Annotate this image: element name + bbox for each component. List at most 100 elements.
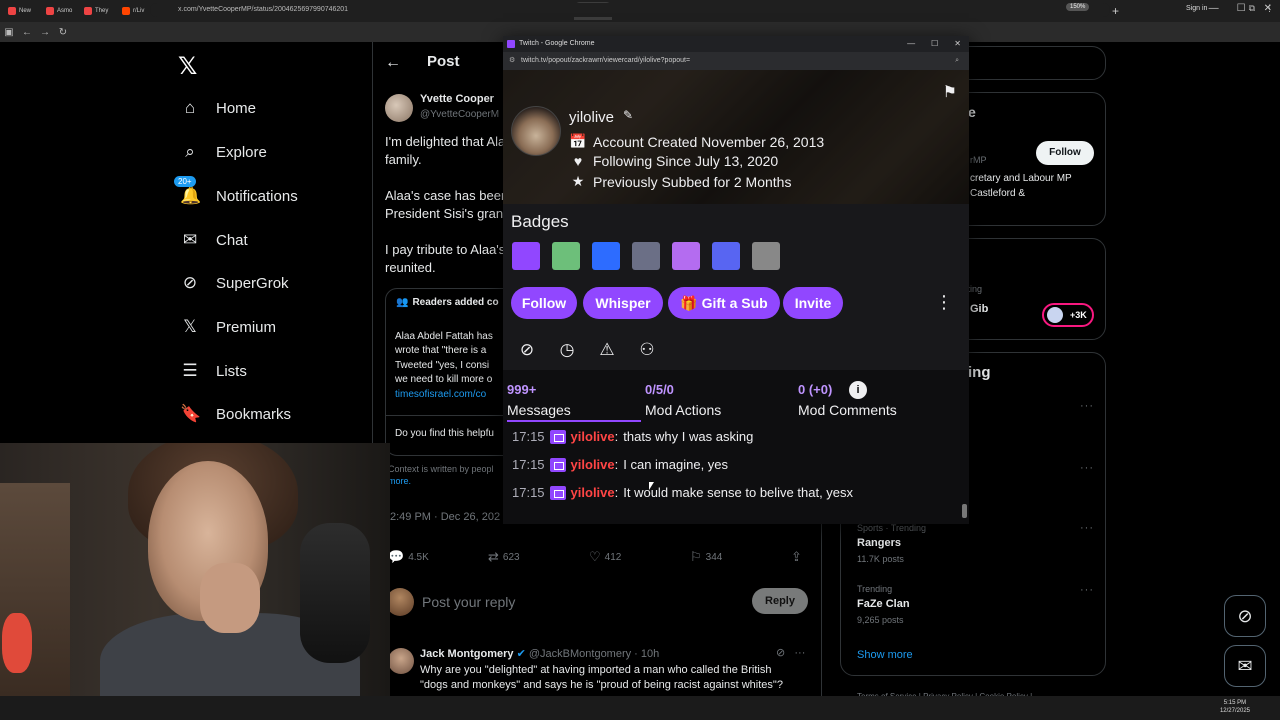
more-options-icon[interactable]: ⋮ — [935, 292, 953, 313]
invite-button[interactable]: Invite — [783, 287, 843, 319]
add-mod-icon[interactable]: ⚇ — [636, 340, 658, 362]
tab-messages[interactable]: Messages — [507, 402, 571, 418]
grok-float-button[interactable]: ⊘ — [1224, 595, 1266, 637]
nav-item-bookmarks[interactable]: 🔖 Bookmarks — [180, 404, 291, 424]
space-listeners[interactable]: +3K — [1042, 303, 1094, 327]
popout-address-bar[interactable]: ⚙ twitch.tv/popout/zackrawrr/viewercard/… — [503, 52, 969, 70]
back-icon[interactable]: ← — [18, 27, 36, 38]
reply-button[interactable]: Reply — [752, 588, 808, 614]
back-arrow-icon[interactable]: ← — [385, 54, 401, 72]
browser-tab[interactable]: Asmo — [42, 2, 80, 20]
repost-action[interactable]: ⇄ 623 — [488, 549, 520, 565]
timeout-clock-icon[interactable]: ◷ — [556, 340, 578, 362]
heart-icon: ♥ — [573, 153, 583, 169]
community-note-link[interactable]: timesofisrael.com/co — [395, 389, 486, 400]
more-icon[interactable]: ··· — [1080, 400, 1094, 412]
message-username[interactable]: yilolive — [571, 429, 615, 444]
gift-sub-button[interactable]: 🎁 Gift a Sub — [668, 287, 780, 319]
chat-scrollbar[interactable] — [962, 424, 967, 522]
message-username[interactable]: yilolive — [571, 457, 615, 472]
forward-icon[interactable]: → — [36, 27, 54, 38]
scrollbar-thumb[interactable] — [962, 504, 967, 518]
nav-item-chat[interactable]: ✉ Chat — [180, 230, 248, 250]
messages-float-button[interactable]: ✉ — [1224, 645, 1266, 687]
2023-badge[interactable] — [672, 242, 700, 270]
bookmark-icon: 🔖 — [180, 404, 202, 423]
minimize-icon[interactable]: — — [1209, 3, 1219, 14]
x-premium-icon: 𝕏 — [183, 317, 197, 336]
menu-icon[interactable]: ⋮ — [1265, 3, 1274, 14]
nav-item-premium[interactable]: 𝕏 Premium — [180, 317, 276, 337]
post-timestamp[interactable]: 2:49 PM · Dec 26, 202 — [390, 511, 500, 523]
tab-mod-actions[interactable]: Mod Actions — [645, 402, 721, 418]
community-note-text: we need to kill more o — [395, 374, 493, 385]
x-logo[interactable]: 𝕏 — [178, 52, 197, 81]
zoom-icon[interactable]: ⌕ — [955, 52, 959, 70]
zoom-indicator[interactable]: 150% — [1066, 3, 1090, 11]
reply-input[interactable]: Post your reply — [422, 594, 515, 610]
2024-badge[interactable] — [712, 242, 740, 270]
more-icon[interactable]: ··· — [794, 647, 805, 659]
nav-item-notifications[interactable]: 🔔 20+ Notifications — [174, 176, 298, 206]
trend-name[interactable]: FaZe Clan — [857, 598, 910, 610]
report-flag-icon[interactable]: ⚑ — [943, 82, 957, 102]
helpful-prompt[interactable]: Do you find this helpfu — [395, 428, 494, 439]
nav-item-lists[interactable]: ☰ Lists — [180, 361, 246, 381]
follow-button[interactable]: Follow — [511, 287, 577, 319]
message-username[interactable]: yilolive — [571, 485, 615, 500]
browser-tab[interactable]: They — [80, 2, 118, 20]
prime-badge[interactable] — [512, 242, 540, 270]
site-info-icon[interactable]: ⚙ — [509, 52, 515, 70]
learn-more-link[interactable]: more. — [388, 476, 411, 486]
more-icon[interactable]: ··· — [1080, 584, 1094, 596]
reply-author-avatar[interactable] — [388, 648, 414, 674]
profile-handle[interactable]: rMP — [970, 155, 987, 165]
author-handle[interactable]: @YvetteCooperM — [420, 109, 499, 120]
maximize-icon[interactable]: ☐ — [1237, 3, 1246, 14]
sign-in-button[interactable]: Sign in — [1186, 5, 1207, 12]
address-bar[interactable]: x.com/YvetteCooperMP/status/200462569799… — [150, 3, 1110, 17]
tab-mod-comments[interactable]: Mod Comments — [798, 402, 897, 418]
viewer-info-line: 📅 Account Created November 26, 2013 — [569, 133, 824, 150]
space-host-name[interactable]: Gib — [970, 303, 988, 315]
close-icon[interactable]: ✕ — [954, 36, 961, 52]
show-more-link[interactable]: Show more — [857, 649, 913, 661]
bookmark-action[interactable]: ⚐ 344 — [690, 549, 722, 565]
ban-icon[interactable]: ⊘ — [516, 340, 538, 362]
nav-label: Notifications — [216, 187, 298, 205]
share-action[interactable]: ⇪ — [791, 549, 802, 565]
message-text: thats why I was asking — [623, 429, 754, 444]
edit-pencil-icon[interactable]: ✎ — [623, 108, 633, 122]
more-icon[interactable]: ··· — [1080, 462, 1094, 474]
author-name[interactable]: Yvette Cooper — [420, 93, 494, 105]
nav-item-explore[interactable]: ⌕ Explore — [180, 142, 267, 162]
extensions-icon[interactable]: ⧉ — [1249, 3, 1255, 14]
browser-tab[interactable]: New — [4, 2, 42, 20]
warning-icon[interactable]: ⚠ — [596, 340, 618, 362]
reload-icon[interactable]: ↻ — [54, 27, 72, 38]
2025-badge[interactable] — [752, 242, 780, 270]
helmet-badge[interactable] — [632, 242, 660, 270]
follow-button[interactable]: Follow — [1036, 141, 1094, 165]
nav-item-home[interactable]: ⌂ Home — [180, 98, 256, 118]
more-icon[interactable]: ··· — [1080, 522, 1094, 534]
whisper-button[interactable]: Whisper — [583, 287, 663, 319]
clock[interactable]: 5:15 PM 12/27/2025 — [1220, 699, 1250, 715]
author-avatar[interactable] — [385, 94, 413, 122]
new-tab-icon[interactable]: + — [1112, 4, 1119, 18]
window-controls: — ☐ ✕ — [907, 36, 961, 52]
reply-action[interactable]: 💬 4.5K — [388, 549, 429, 565]
info-icon[interactable]: i — [849, 381, 867, 399]
like-action[interactable]: ♡ 412 — [589, 549, 621, 565]
hype-badge[interactable] — [592, 242, 620, 270]
grok-icon[interactable]: ⊘ — [776, 647, 785, 659]
sidebar-toggle-icon[interactable]: ▣ — [0, 27, 18, 38]
gift-badge[interactable] — [552, 242, 580, 270]
trend-name[interactable]: Rangers — [857, 537, 901, 549]
viewer-avatar[interactable] — [511, 106, 561, 156]
minimize-icon[interactable]: — — [907, 36, 915, 52]
maximize-icon[interactable]: ☐ — [931, 36, 938, 52]
reply-author[interactable]: Jack Montgomery ✔ @JackBMontgomery · 10h — [420, 647, 659, 660]
nav-item-supergrok[interactable]: ⊘ SuperGrok — [180, 273, 289, 293]
viewer-username[interactable]: yilolive — [569, 109, 614, 126]
